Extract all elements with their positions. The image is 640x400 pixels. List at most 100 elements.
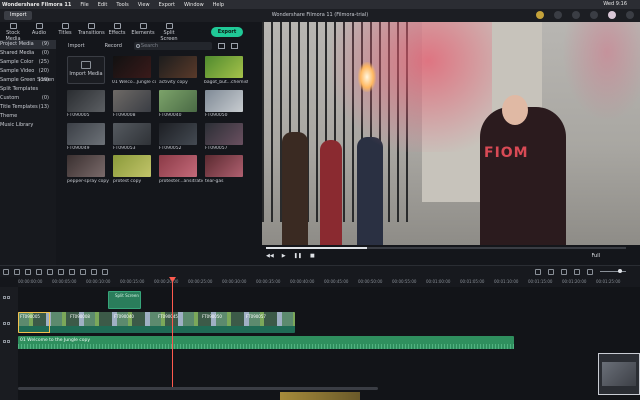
app-menu[interactable]: Wondershare Filmora 11	[2, 2, 71, 8]
record-dropdown[interactable]: Record	[105, 43, 122, 49]
category-count: (20)	[38, 68, 49, 74]
menu-view[interactable]: View	[138, 2, 150, 8]
tab-titles[interactable]: Titles	[52, 22, 78, 39]
tab-label: Effects	[108, 30, 126, 36]
title-clip[interactable]: Split Screen	[108, 291, 141, 309]
media-thumb[interactable]	[67, 155, 105, 177]
menu-tools[interactable]: Tools	[116, 2, 128, 8]
tab-stock-media[interactable]: Stock Media	[0, 22, 26, 42]
menu-bar: Wondershare Filmora 11 File Edit Tools V…	[0, 0, 640, 9]
track-eye-icon[interactable]	[3, 321, 13, 326]
category-shared-media[interactable]: Shared Media (0)	[0, 49, 56, 58]
media-thumb[interactable]	[159, 155, 197, 177]
render-icon[interactable]	[535, 269, 541, 275]
avatar[interactable]	[608, 11, 616, 19]
track-lock-icon[interactable]	[3, 295, 13, 300]
media-thumb[interactable]	[67, 90, 105, 112]
cloud-icon[interactable]	[590, 11, 598, 19]
prev-frame-icon[interactable]: ◀◀	[266, 253, 274, 259]
cut-icon[interactable]	[36, 269, 42, 275]
media-thumb[interactable]	[205, 155, 243, 177]
preview-scrubber[interactable]	[266, 247, 626, 249]
tab-label: Transitions	[78, 30, 105, 36]
color-icon[interactable]	[69, 269, 75, 275]
green-screen-icon[interactable]	[102, 269, 108, 275]
category-sample-color[interactable]: Sample Color (25)	[0, 58, 56, 67]
media-thumb[interactable]	[113, 123, 151, 145]
tab-elements[interactable]: Elements	[130, 22, 156, 39]
media-thumb[interactable]	[113, 56, 151, 78]
media-thumb[interactable]	[159, 56, 197, 78]
media-thumb[interactable]	[67, 123, 105, 145]
track-audio-icon[interactable]	[3, 339, 13, 344]
export-button[interactable]: Export	[211, 27, 243, 37]
menu-edit[interactable]: Edit	[98, 2, 108, 8]
audio-clip[interactable]: 01 Welcome to the Jungle copy	[18, 336, 514, 349]
import-media-tile[interactable]: Import Media	[67, 56, 105, 84]
tab-transitions[interactable]: Transitions	[78, 22, 105, 39]
category-label: Sample Color	[0, 59, 34, 65]
search-placeholder: Search	[140, 43, 159, 49]
tab-audio[interactable]: Audio	[26, 22, 52, 39]
media-label: FT090040	[159, 113, 182, 118]
media-label: protest copy	[113, 179, 142, 184]
category-split-templates[interactable]: Split Templates	[0, 85, 56, 94]
audio-mixer-icon[interactable]	[80, 269, 86, 275]
protester	[480, 107, 566, 245]
marker-icon[interactable]	[548, 269, 554, 275]
ruler-tick: 00:00:45:00	[324, 279, 349, 284]
video-clip-track[interactable]: FT090005 FT090008 FT090040 FT090045 FT09…	[18, 312, 295, 333]
stop-icon[interactable]: ■	[310, 253, 315, 259]
search-input[interactable]: Search	[133, 42, 212, 50]
zoom-out-icon[interactable]	[587, 269, 593, 275]
keyframe-icon[interactable]	[91, 269, 97, 275]
delete-icon[interactable]	[25, 269, 31, 275]
zoom-handle[interactable]	[618, 269, 622, 273]
media-thumb[interactable]	[113, 155, 151, 177]
quality-select[interactable]: Full	[591, 253, 600, 259]
category-custom[interactable]: Custom (0)	[0, 94, 56, 103]
timeline-zoom-slider[interactable]	[600, 269, 626, 273]
category-music-library[interactable]: Music Library	[0, 121, 56, 130]
media-thumb[interactable]	[205, 90, 243, 112]
save-icon[interactable]	[626, 11, 634, 19]
filter-icon[interactable]	[217, 43, 225, 49]
category-theme[interactable]: Theme	[0, 112, 56, 121]
media-thumb[interactable]	[113, 90, 151, 112]
tab-effects[interactable]: Effects	[104, 22, 130, 39]
menu-window[interactable]: Window	[184, 2, 204, 8]
menu-file[interactable]: File	[80, 2, 88, 8]
snap-icon[interactable]	[574, 269, 580, 275]
premium-icon[interactable]	[536, 11, 544, 19]
tab-split-screen[interactable]: Split Screen	[156, 22, 182, 42]
timeline-toolbar	[0, 265, 640, 277]
speed-icon[interactable]	[58, 269, 64, 275]
audio-icon	[35, 23, 43, 29]
crop-icon[interactable]	[47, 269, 53, 275]
notification-icon[interactable]	[572, 11, 580, 19]
category-sample-video[interactable]: Sample Video (20)	[0, 67, 56, 76]
menu-help[interactable]: Help	[213, 2, 224, 8]
import-tab[interactable]: Import	[4, 11, 32, 20]
category-project-media[interactable]: Project Media (9)	[0, 40, 56, 49]
redo-icon[interactable]	[14, 269, 20, 275]
lightbulb-icon[interactable]	[554, 11, 562, 19]
playhead[interactable]	[169, 277, 176, 389]
timeline-ruler[interactable]: 00:00:00:00 00:00:05:00 00:00:10:00 00:0…	[18, 277, 640, 287]
video-preview[interactable]: FIOM	[262, 22, 640, 245]
media-thumb[interactable]	[159, 123, 197, 145]
import-dropdown[interactable]: Import	[68, 43, 85, 49]
voiceover-icon[interactable]	[561, 269, 567, 275]
media-thumb[interactable]	[205, 56, 243, 78]
play-icon[interactable]: ▶	[282, 253, 286, 259]
undo-icon[interactable]	[3, 269, 9, 275]
menu-export[interactable]: Export	[159, 2, 175, 8]
category-sample-green-screen[interactable]: Sample Green Screen (10)	[0, 76, 56, 85]
media-thumb[interactable]	[205, 123, 243, 145]
timeline-scrollbar[interactable]	[18, 387, 378, 390]
media-thumb[interactable]	[159, 90, 197, 112]
mini-preview-thumbnail[interactable]	[598, 353, 640, 395]
pause-icon[interactable]: ❚❚	[294, 253, 302, 259]
category-title-templates[interactable]: Title Templates (13)	[0, 103, 56, 112]
grid-view-icon[interactable]	[230, 43, 238, 49]
